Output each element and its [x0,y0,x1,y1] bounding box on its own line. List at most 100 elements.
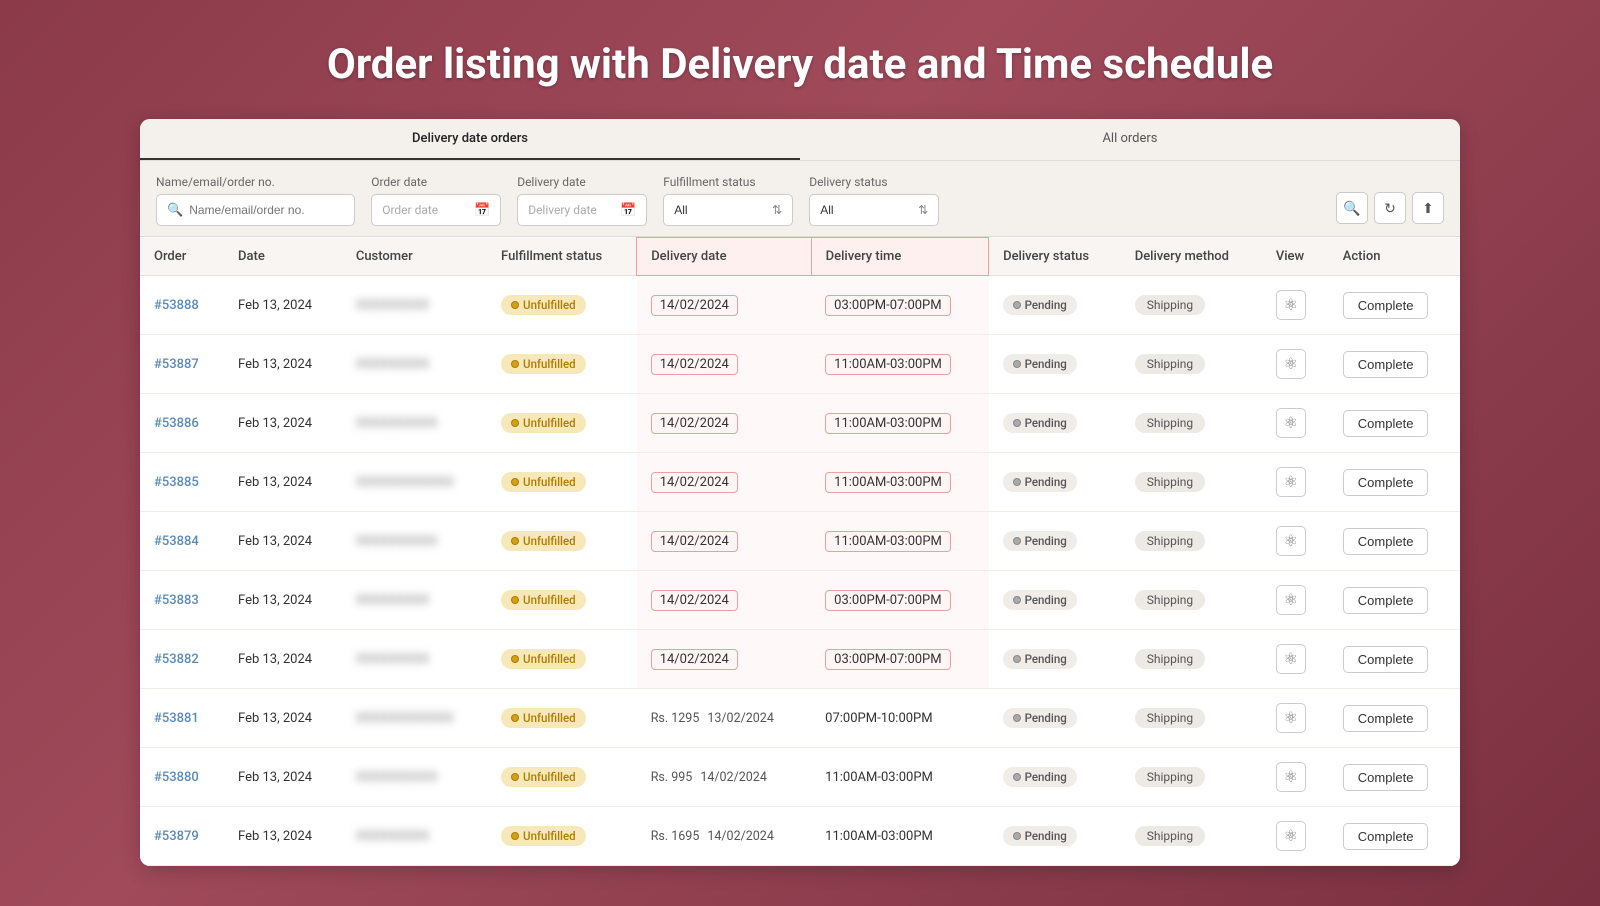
pending-badge: Pending [1003,649,1077,669]
delivery-date-input[interactable]: Delivery date 📅 [517,194,647,226]
fulfillment-select[interactable]: All Fulfilled Unfulfilled [674,203,766,217]
order-link[interactable]: #53888 [154,298,199,313]
order-date-cell: Feb 13, 2024 [224,689,342,748]
delivery-time-cell: 11:00AM-03:00PM [811,748,988,807]
delivery-status-select[interactable]: All Pending Complete [820,203,912,217]
order-number-cell: #53881 [140,689,224,748]
delivery-date-value: 13/02/2024 [707,711,774,726]
fulfillment-status-cell: Unfulfilled [487,453,637,512]
complete-button[interactable]: Complete [1343,705,1429,732]
delivery-status-select-wrap[interactable]: All Pending Complete ⇅ [809,194,939,226]
delivery-time-cell: 07:00PM-10:00PM [811,689,988,748]
col-view: View [1262,238,1329,276]
order-link[interactable]: #53885 [154,475,199,490]
complete-button[interactable]: Complete [1343,587,1429,614]
view-button[interactable]: ⚛ [1276,703,1306,733]
view-button[interactable]: ⚛ [1276,585,1306,615]
fulfillment-select-wrap[interactable]: All Fulfilled Unfulfilled ⇅ [663,194,793,226]
delivery-status-cell: Pending [989,276,1121,335]
export-button[interactable]: ⬆ [1412,192,1444,224]
delivery-method-cell: Shipping [1121,748,1262,807]
view-button[interactable]: ⚛ [1276,821,1306,851]
refresh-button[interactable]: ↻ [1374,192,1406,224]
order-number-cell: #53887 [140,335,224,394]
delivery-status-cell: Pending [989,689,1121,748]
view-button[interactable]: ⚛ [1276,762,1306,792]
delivery-status-cell: Pending [989,748,1121,807]
delivery-method-cell: Shipping [1121,689,1262,748]
view-button[interactable]: ⚛ [1276,290,1306,320]
order-link[interactable]: #53879 [154,829,199,844]
table-row: #53879Feb 13, 2024XXXXXXXXXUnfulfilledRs… [140,807,1460,866]
order-date-cell: Feb 13, 2024 [224,453,342,512]
complete-button[interactable]: Complete [1343,292,1429,319]
delivery-combined-cell: Rs. 169514/02/2024 [651,829,797,844]
complete-button[interactable]: Complete [1343,528,1429,555]
complete-button[interactable]: Complete [1343,823,1429,850]
order-link[interactable]: #53883 [154,593,199,608]
table-row: #53887Feb 13, 2024XXXXXXXXXUnfulfilled14… [140,335,1460,394]
fulfillment-badge: Unfulfilled [501,295,586,315]
order-link[interactable]: #53881 [154,711,199,726]
col-order: Order [140,238,224,276]
view-button[interactable]: ⚛ [1276,349,1306,379]
filter-name-group: Name/email/order no. 🔍 [156,175,355,226]
complete-button[interactable]: Complete [1343,410,1429,437]
order-date-input[interactable]: Order date 📅 [371,194,501,226]
pending-badge: Pending [1003,472,1077,492]
view-button[interactable]: ⚛ [1276,467,1306,497]
fulfillment-badge: Unfulfilled [501,354,586,374]
order-link[interactable]: #53882 [154,652,199,667]
tab-all-orders[interactable]: All orders [800,119,1460,160]
customer-cell: XXXXXXXXX [342,335,487,394]
delivery-price: Rs. 1295 [651,711,700,726]
chevron-ud-icon: ⇅ [772,203,782,217]
customer-cell: XXXXXXXXXX [342,394,487,453]
filter-delivery-status-group: Delivery status All Pending Complete ⇅ [809,175,939,226]
action-cell: Complete [1329,335,1460,394]
view-button[interactable]: ⚛ [1276,408,1306,438]
action-cell: Complete [1329,276,1460,335]
order-number-cell: #53879 [140,807,224,866]
shipping-badge: Shipping [1135,590,1205,610]
order-date-cell: Feb 13, 2024 [224,571,342,630]
shipping-badge: Shipping [1135,354,1205,374]
fulfillment-badge: Unfulfilled [501,649,586,669]
customer-cell: XXXXXXXXXX [342,512,487,571]
search-input[interactable] [189,203,344,217]
pending-badge: Pending [1003,826,1077,846]
view-button[interactable]: ⚛ [1276,644,1306,674]
order-link[interactable]: #53886 [154,416,199,431]
delivery-method-cell: Shipping [1121,807,1262,866]
pending-badge: Pending [1003,354,1077,374]
complete-button[interactable]: Complete [1343,351,1429,378]
delivery-time-value: 11:00AM-03:00PM [825,354,951,375]
table-row: #53881Feb 13, 2024XXXXXXXXXXXXUnfulfille… [140,689,1460,748]
delivery-method-cell: Shipping [1121,394,1262,453]
table-row: #53880Feb 13, 2024XXXXXXXXXXUnfulfilledR… [140,748,1460,807]
tab-delivery-orders[interactable]: Delivery date orders [140,119,800,160]
fulfillment-status-cell: Unfulfilled [487,512,637,571]
complete-button[interactable]: Complete [1343,646,1429,673]
order-link[interactable]: #53887 [154,357,199,372]
col-action: Action [1329,238,1460,276]
delivery-status-cell: Pending [989,630,1121,689]
search-button[interactable]: 🔍 [1336,192,1368,224]
order-link[interactable]: #53880 [154,770,199,785]
complete-button[interactable]: Complete [1343,469,1429,496]
delivery-time-cell: 03:00PM-07:00PM [811,630,988,689]
search-input-wrap[interactable]: 🔍 [156,194,355,226]
order-date-cell: Feb 13, 2024 [224,512,342,571]
customer-cell: XXXXXXXXXXXX [342,689,487,748]
complete-button[interactable]: Complete [1343,764,1429,791]
order-date-cell: Feb 13, 2024 [224,630,342,689]
order-date-cell: Feb 13, 2024 [224,748,342,807]
table-row: #53885Feb 13, 2024XXXXXXXXXXXXUnfulfille… [140,453,1460,512]
fulfillment-status-cell: Unfulfilled [487,394,637,453]
delivery-date-cell: 14/02/2024 [637,571,811,630]
view-button[interactable]: ⚛ [1276,526,1306,556]
order-date-cell: Feb 13, 2024 [224,394,342,453]
shipping-badge: Shipping [1135,767,1205,787]
order-link[interactable]: #53884 [154,534,199,549]
pending-badge: Pending [1003,295,1077,315]
